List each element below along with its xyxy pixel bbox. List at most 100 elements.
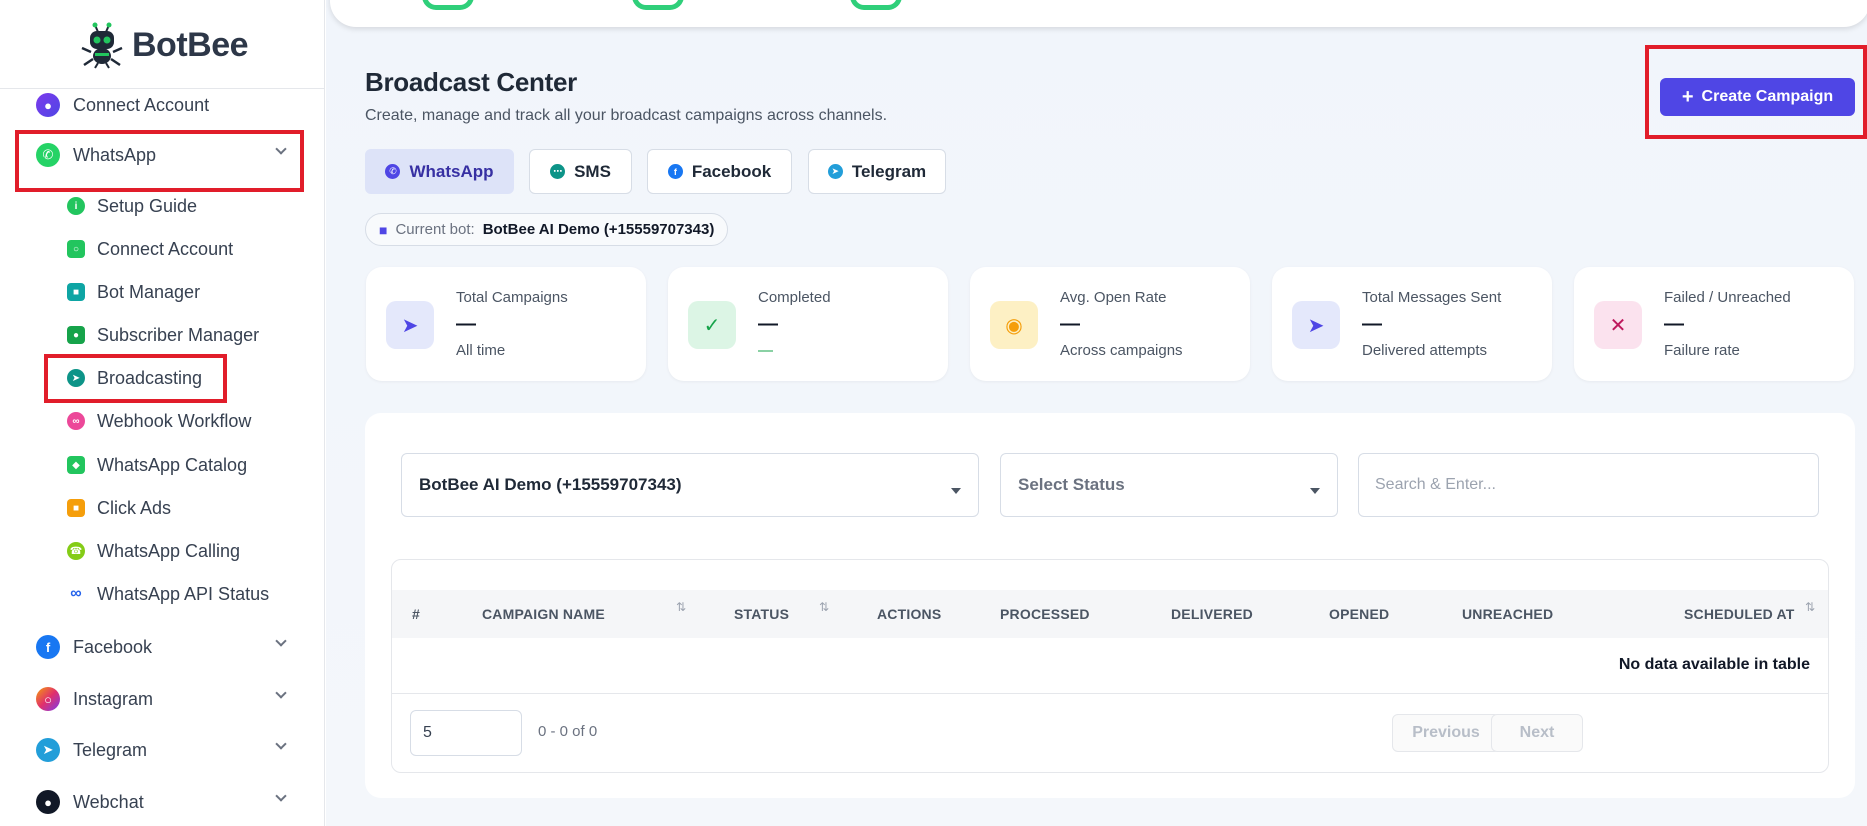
x-circle-icon: ✕ [1594, 301, 1642, 349]
sidebar-item-label: Webchat [73, 791, 144, 812]
brand-name: BotBee [132, 25, 249, 64]
sidebar-subitem-label: Click Ads [97, 497, 172, 518]
brand-logo[interactable]: BotBee [78, 20, 249, 70]
sidebar-subitem-label: Subscriber Manager [97, 324, 260, 345]
tab-label: SMS [574, 161, 611, 181]
sidebar-item-label: Connect Account [73, 94, 210, 115]
navigation-icon: ➤ [1292, 301, 1340, 349]
stat-card-total-messages-sent: ➤ Total Messages Sent — Delivered attemp… [1272, 267, 1552, 381]
bee-robot-icon [81, 22, 123, 69]
sidebar-item-telegram[interactable]: ➤ Telegram [36, 736, 287, 764]
sidebar-item-label: Instagram [73, 688, 154, 709]
create-campaign-label: Create Campaign [1701, 88, 1834, 105]
sidebar-item-webchat[interactable]: ● Webchat [36, 788, 287, 816]
sort-icon[interactable]: ⇅ [819, 600, 829, 614]
stat-subtext: — [758, 342, 773, 359]
divider [0, 88, 325, 89]
sidebar-subitem-click-ads[interactable]: ■ Click Ads [67, 495, 171, 521]
previous-page-button[interactable]: Previous [1392, 714, 1500, 752]
campaign-table: # CAMPAIGN NAME ⇅ STATUS ⇅ ACTIONS PROCE… [391, 559, 1829, 773]
page-size-value: 5 [423, 724, 432, 741]
decorative-arc [850, 0, 902, 10]
stat-title: Total Messages Sent [1362, 289, 1502, 306]
facebook-icon: f [667, 164, 683, 179]
caret-down-icon [1310, 488, 1320, 494]
sidebar-item-whatsapp[interactable]: ✆ WhatsApp [36, 141, 287, 169]
phone-icon: ☎ [67, 542, 85, 560]
plus-icon: + [1681, 86, 1694, 108]
sort-icon[interactable]: ⇅ [1805, 600, 1815, 614]
tab-telegram[interactable]: ➤ Telegram [808, 149, 946, 194]
caret-down-icon [951, 488, 961, 494]
sort-icon[interactable]: ⇅ [676, 600, 686, 614]
instagram-icon: ○ [36, 687, 60, 711]
whatsapp-icon: ✆ [36, 143, 60, 167]
sidebar-subitem-label: WhatsApp Catalog [97, 454, 248, 475]
pagination-info: 0 - 0 of 0 [538, 723, 598, 740]
column-header-campaign-name[interactable]: CAMPAIGN NAME [482, 590, 605, 638]
sidebar-subitem-label: Broadcasting [97, 367, 203, 388]
page-size-select[interactable]: 5 [410, 710, 522, 756]
sidebar-subitem-whatsapp-calling[interactable]: ☎ WhatsApp Calling [67, 538, 240, 564]
sidebar-item-connect-account[interactable]: ● Connect Account [36, 91, 209, 119]
status-select[interactable]: Select Status [1000, 453, 1338, 517]
sidebar-subitem-setup-guide[interactable]: i Setup Guide [67, 193, 197, 219]
sidebar-item-instagram[interactable]: ○ Instagram [36, 685, 287, 713]
sidebar-subitem-whatsapp-catalog[interactable]: ◆ WhatsApp Catalog [67, 452, 247, 478]
create-campaign-button[interactable]: + Create Campaign [1660, 78, 1855, 116]
search-input[interactable] [1358, 453, 1819, 517]
column-header-number[interactable]: # [412, 590, 420, 638]
stat-card-completed: ✓ Completed — — [668, 267, 948, 381]
meta-icon: ∞ [70, 585, 82, 602]
whatsapp-icon: ✆ [385, 164, 401, 179]
stat-value: — [1362, 313, 1382, 335]
sidebar-subitem-broadcasting[interactable]: ➤ Broadcasting [67, 365, 202, 391]
campaign-table-panel: BotBee AI Demo (+15559707343) Select Sta… [365, 413, 1855, 798]
decorative-arc [422, 0, 474, 10]
sidebar-subitem-connect-account[interactable]: ○ Connect Account [67, 236, 233, 262]
stat-value: — [1664, 313, 1684, 335]
tab-whatsapp[interactable]: ✆ WhatsApp [365, 149, 514, 194]
sidebar-subitem-webhook-workflow[interactable]: ∞ Webhook Workflow [67, 408, 251, 434]
next-page-button[interactable]: Next [1491, 714, 1583, 752]
stat-card-total-campaigns: ➤ Total Campaigns — All time [366, 267, 646, 381]
network-icon: ● [36, 93, 60, 117]
chevron-down-icon [275, 687, 287, 699]
stat-title: Completed [758, 289, 831, 306]
sidebar-subitem-subscriber-manager[interactable]: ● Subscriber Manager [67, 322, 259, 348]
chevron-down-icon [275, 143, 287, 155]
eye-icon: ◉ [990, 301, 1038, 349]
stat-card-avg-open-rate: ◉ Avg. Open Rate — Across campaigns [970, 267, 1250, 381]
column-header-processed[interactable]: PROCESSED [1000, 590, 1090, 638]
column-header-status[interactable]: STATUS [734, 590, 789, 638]
sidebar-subitem-bot-manager[interactable]: ■ Bot Manager [67, 279, 200, 305]
stat-subtext: All time [456, 342, 506, 359]
sidebar-subitem-whatsapp-api-status[interactable]: ∞ WhatsApp API Status [67, 581, 269, 607]
column-header-scheduled-at[interactable]: SCHEDULED AT [1684, 590, 1795, 638]
column-header-opened[interactable]: OPENED [1329, 590, 1389, 638]
current-bot-value: BotBee AI Demo (+15559707343) [482, 221, 715, 238]
check-circle-icon: ✓ [688, 301, 736, 349]
tab-facebook[interactable]: f Facebook [647, 149, 792, 194]
sidebar-item-facebook[interactable]: f Facebook [36, 633, 287, 661]
column-header-unreached[interactable]: UNREACHED [1462, 590, 1553, 638]
bag-icon: ◆ [67, 456, 85, 474]
sidebar-subitem-label: Bot Manager [97, 281, 201, 302]
send-icon: ➤ [386, 301, 434, 349]
sidebar-item-label: WhatsApp [73, 144, 157, 165]
column-header-actions[interactable]: ACTIONS [877, 590, 941, 638]
status-select-value: Select Status [1018, 475, 1125, 494]
bot-select[interactable]: BotBee AI Demo (+15559707343) [401, 453, 979, 517]
chevron-down-icon [275, 738, 287, 750]
robot-icon: ■ [67, 283, 85, 301]
table-row: No data available in table [392, 638, 1828, 694]
tab-label: Telegram [851, 161, 927, 181]
stat-title: Failed / Unreached [1664, 289, 1791, 306]
telegram-icon: ➤ [36, 738, 60, 762]
sms-icon: ⋯ [550, 164, 566, 179]
stat-value: — [1060, 313, 1080, 335]
sidebar-subitem-label: WhatsApp Calling [97, 540, 241, 561]
sidebar-subitem-label: Connect Account [97, 238, 234, 259]
tab-sms[interactable]: ⋯ SMS [529, 149, 632, 194]
column-header-delivered[interactable]: DELIVERED [1171, 590, 1253, 638]
